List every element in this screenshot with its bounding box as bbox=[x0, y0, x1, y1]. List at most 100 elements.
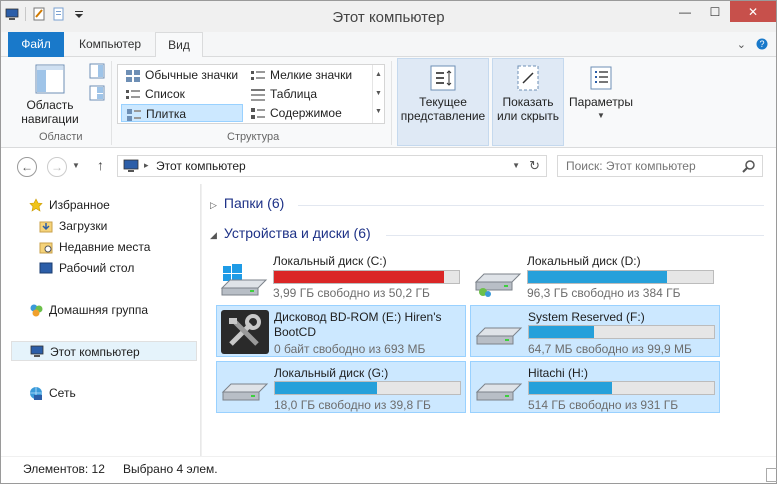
layout-large-icons[interactable]: Обычные значки bbox=[121, 66, 243, 84]
options-button[interactable]: Параметры ▼ bbox=[567, 64, 635, 123]
layout-small-icons-label: Мелкие значки bbox=[270, 68, 353, 82]
navigation-pane: Избранное Загрузки Недавние места Рабочи… bbox=[1, 184, 201, 456]
ribbon-collapse-icon[interactable]: ⌄ bbox=[737, 38, 746, 53]
layout-tiles-label: Плитка bbox=[146, 107, 187, 121]
homegroup-icon bbox=[29, 303, 43, 317]
sidebar-item-favorites[interactable]: Избранное bbox=[11, 195, 110, 215]
drive-usage-bar bbox=[528, 325, 715, 339]
navigation-pane-button[interactable]: Область навигации bbox=[11, 63, 89, 126]
sidebar-item-downloads[interactable]: Загрузки bbox=[11, 216, 107, 236]
drive-free-space: 514 ГБ свободно из 931 ГБ bbox=[528, 398, 679, 412]
search-input[interactable] bbox=[558, 156, 728, 176]
layout-table-label: Таблица bbox=[270, 87, 318, 101]
layout-group-label: Структура bbox=[227, 131, 280, 143]
layout-tiles[interactable]: Плитка bbox=[121, 104, 243, 122]
drive-usage-bar bbox=[527, 270, 714, 284]
layout-expand-icon[interactable]: ▼ bbox=[373, 103, 384, 121]
tab-computer[interactable]: Компьютер bbox=[67, 32, 153, 57]
sidebar-item-network-label: Сеть bbox=[49, 386, 76, 400]
address-bar[interactable]: ▸ Этот компьютер ▼ ↻ bbox=[117, 155, 547, 177]
hard-drive-icon bbox=[221, 366, 269, 410]
sidebar-item-this-pc[interactable]: Этот компьютер bbox=[11, 341, 197, 361]
drive-tile-c[interactable]: Локальный диск (C:) 3,99 ГБ свободно из … bbox=[216, 250, 466, 302]
minimize-button[interactable]: — bbox=[670, 1, 700, 22]
explorer-window: Этот компьютер — ☐ ✕ Файл Компьютер Вид … bbox=[0, 0, 777, 484]
drive-usage-bar bbox=[528, 381, 715, 395]
drive-free-space: 3,99 ГБ свободно из 50,2 ГБ bbox=[273, 286, 430, 300]
content-icon bbox=[251, 107, 265, 119]
layout-large-icons-label: Обычные значки bbox=[145, 68, 239, 82]
sidebar-item-homegroup[interactable]: Домашняя группа bbox=[11, 300, 148, 320]
tab-file[interactable]: Файл bbox=[8, 32, 64, 57]
drive-usage-bar bbox=[274, 381, 461, 395]
collapse-chevron-icon: ◢ bbox=[210, 230, 217, 240]
preview-pane-icon[interactable] bbox=[89, 63, 105, 82]
maximize-button[interactable]: ☐ bbox=[700, 1, 730, 22]
current-view-button[interactable]: Текущее представление bbox=[397, 64, 489, 123]
sidebar-item-downloads-label: Загрузки bbox=[59, 219, 108, 233]
drive-tile-f[interactable]: System Reserved (F:) 64,7 МБ свободно из… bbox=[470, 305, 720, 357]
window-controls: — ☐ ✕ bbox=[670, 1, 776, 22]
drive-name: Локальный диск (G:) bbox=[274, 366, 389, 380]
drive-name: Дисковод BD-ROM (E:) Hiren's BootCD bbox=[274, 310, 442, 339]
sidebar-item-recent[interactable]: Недавние места bbox=[11, 237, 150, 257]
large-icons-icon bbox=[126, 69, 140, 82]
sidebar-item-desktop-label: Рабочий стол bbox=[59, 261, 135, 275]
drive-tile-h[interactable]: Hitachi (H:) 514 ГБ свободно из 931 ГБ bbox=[470, 361, 720, 413]
address-dropdown-icon[interactable]: ▼ bbox=[512, 161, 520, 170]
layout-content[interactable]: Содержимое bbox=[246, 104, 368, 122]
drive-tile-d[interactable]: Локальный диск (D:) 96,3 ГБ свободно из … bbox=[470, 250, 720, 302]
ribbon-tabs: Файл Компьютер Вид ⌄ ? bbox=[1, 32, 776, 58]
show-hide-button[interactable]: Показать или скрыть bbox=[492, 64, 564, 123]
help-icon[interactable]: ? bbox=[756, 38, 768, 53]
section-devices[interactable]: ◢ Устройства и диски (6) bbox=[210, 225, 371, 241]
computer-icon bbox=[123, 159, 139, 176]
drive-free-space: 96,3 ГБ свободно из 384 ГБ bbox=[527, 286, 681, 300]
layout-scroll-up-icon[interactable]: ▲ bbox=[373, 65, 384, 84]
large-icons-view-icon[interactable] bbox=[766, 468, 777, 482]
tools-icon bbox=[221, 310, 269, 354]
layout-scroll[interactable]: ▲ ▼ ▼ bbox=[372, 65, 384, 123]
breadcrumb-chevron-icon[interactable]: ▸ bbox=[144, 160, 149, 171]
tiles-icon bbox=[127, 108, 141, 121]
layout-list[interactable]: Список bbox=[121, 85, 243, 103]
sidebar-item-recent-label: Недавние места bbox=[59, 240, 151, 254]
recent-dropdown-icon[interactable]: ▼ bbox=[72, 161, 80, 170]
back-button[interactable]: ← bbox=[17, 157, 37, 177]
layout-content-label: Содержимое bbox=[270, 106, 342, 120]
address-row: ← → ▼ ↑ ▸ Этот компьютер ▼ ↻ bbox=[1, 148, 776, 184]
ribbon-panel: Область навигации Области Обычные значки… bbox=[1, 57, 776, 148]
sidebar-item-desktop[interactable]: Рабочий стол bbox=[11, 258, 134, 278]
sidebar-item-network[interactable]: Сеть bbox=[11, 383, 76, 403]
sidebar-item-homegroup-label: Домашняя группа bbox=[49, 303, 149, 317]
show-hide-label: Показать или скрыть bbox=[496, 95, 560, 123]
options-dropdown-icon: ▼ bbox=[597, 111, 605, 120]
computer-icon bbox=[30, 345, 44, 359]
layout-table[interactable]: Таблица bbox=[246, 85, 368, 103]
areas-group-label: Области bbox=[39, 131, 83, 143]
drive-tile-g[interactable]: Локальный диск (G:) 18,0 ГБ свободно из … bbox=[216, 361, 466, 413]
layout-scroll-down-icon[interactable]: ▼ bbox=[373, 84, 384, 103]
drive-name: Hitachi (H:) bbox=[528, 366, 589, 380]
drive-usage-fill bbox=[275, 382, 377, 394]
address-path: Этот компьютер bbox=[156, 159, 246, 173]
forward-button[interactable]: → bbox=[47, 157, 67, 177]
details-pane-icon[interactable] bbox=[89, 85, 105, 104]
drive-usage-fill bbox=[274, 271, 445, 283]
tab-view[interactable]: Вид bbox=[155, 32, 203, 58]
show-hide-icon bbox=[514, 64, 542, 92]
drive-name: System Reserved (F:) bbox=[528, 310, 645, 324]
current-view-icon bbox=[429, 64, 457, 92]
refresh-icon[interactable]: ↻ bbox=[529, 158, 540, 174]
close-button[interactable]: ✕ bbox=[730, 1, 776, 22]
layout-gallery: Обычные значки Мелкие значки Список Табл… bbox=[117, 64, 385, 124]
search-icon[interactable] bbox=[742, 159, 756, 176]
navigation-pane-label: Область навигации bbox=[21, 98, 79, 126]
layout-small-icons[interactable]: Мелкие значки bbox=[246, 66, 368, 84]
drive-tile-e[interactable]: Дисковод BD-ROM (E:) Hiren's BootCD 0 ба… bbox=[216, 305, 466, 357]
section-folders[interactable]: ▷ Папки (6) bbox=[210, 195, 284, 211]
drive-free-space: 64,7 МБ свободно из 99,9 МБ bbox=[528, 342, 692, 356]
up-button[interactable]: ↑ bbox=[97, 157, 104, 173]
drive-free-space: 18,0 ГБ свободно из 39,8 ГБ bbox=[274, 398, 431, 412]
search-box[interactable] bbox=[557, 155, 763, 177]
